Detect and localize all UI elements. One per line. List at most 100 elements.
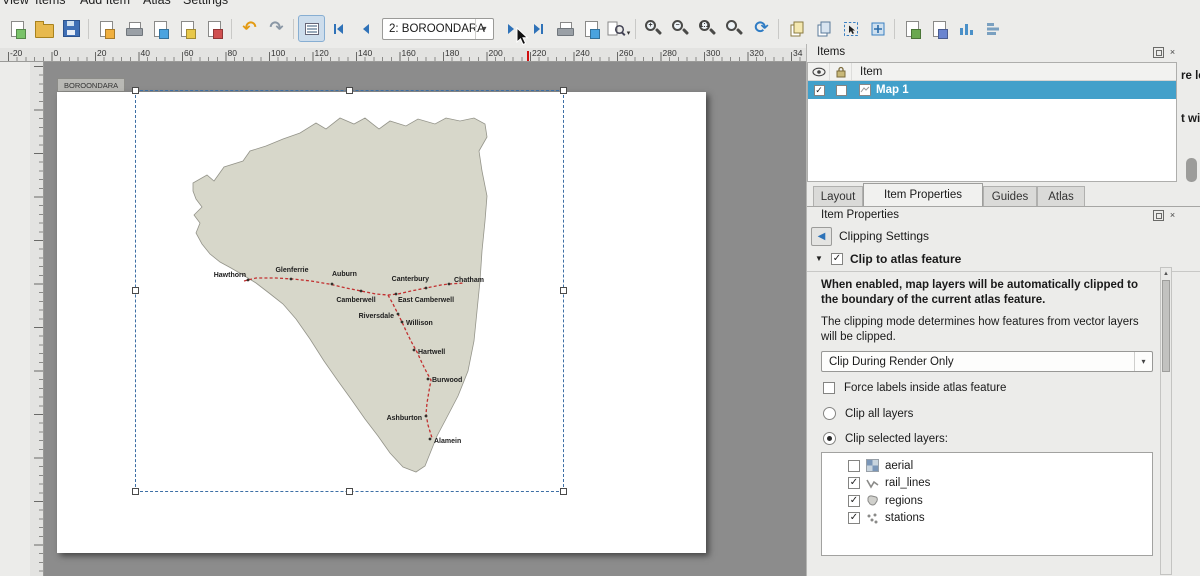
resize-handle[interactable] — [346, 488, 353, 495]
back-button[interactable]: ◀ — [811, 227, 832, 246]
next-feature-icon — [503, 21, 519, 37]
print-layout-button[interactable] — [120, 15, 147, 42]
layer-checkbox[interactable]: ✓ — [848, 495, 860, 507]
resize-handle[interactable] — [346, 87, 353, 94]
layer-checkbox[interactable] — [848, 460, 860, 472]
scrollbar[interactable]: ▲ — [1160, 267, 1172, 575]
item-lock-checkbox[interactable] — [836, 85, 847, 96]
clipping-mode-combobox[interactable]: Clip During Render Only ▾ — [821, 351, 1153, 372]
force-labels-row[interactable]: Force labels inside atlas feature — [823, 382, 1006, 394]
zoom-in-button[interactable]: + — [640, 15, 667, 42]
scroll-up-icon[interactable]: ▲ — [1161, 268, 1171, 279]
zoom-actual-button[interactable]: 1:1 — [694, 15, 721, 42]
ruler-cursor-marker — [527, 51, 529, 61]
map-item-icon — [859, 84, 871, 96]
first-feature-button[interactable] — [325, 15, 352, 42]
close-panel-icon[interactable]: × — [1167, 210, 1178, 221]
ruler-label: 140 — [358, 48, 372, 58]
refresh-view-button[interactable]: ⟳ — [748, 15, 775, 42]
move-item-content-button[interactable] — [864, 15, 891, 42]
menu-items[interactable]: Items — [35, 0, 66, 7]
layer-checkbox[interactable]: ✓ — [848, 477, 860, 489]
items-table-row[interactable]: ✓Map 1 — [808, 81, 1176, 99]
zoom-out-button[interactable]: − — [667, 15, 694, 42]
layer-row-aerial[interactable]: aerial — [822, 457, 1152, 475]
export-as-pdf-button[interactable] — [201, 15, 228, 42]
atlas-feature-tag: BOROONDARA — [57, 78, 125, 92]
clip-selected-row[interactable]: Clip selected layers: — [823, 432, 948, 445]
select-move-item-button[interactable] — [837, 15, 864, 42]
export-as-svg-button[interactable] — [174, 15, 201, 42]
clip-all-row[interactable]: Clip all layers — [823, 407, 913, 420]
layer-checkbox[interactable]: ✓ — [848, 512, 860, 524]
scrollbar-thumb[interactable] — [1162, 280, 1170, 372]
resize-handle[interactable] — [132, 488, 139, 495]
tab-atlas[interactable]: Atlas — [1037, 186, 1085, 206]
map-item-frame[interactable]: HawthornGlenferrieAuburnCamberwellEast C… — [135, 90, 564, 492]
layer-row-rail_lines[interactable]: ✓rail_lines — [822, 475, 1152, 493]
resize-handle[interactable] — [132, 87, 139, 94]
horizontal-ruler[interactable]: -200204060801001201401601802002202402602… — [0, 48, 806, 62]
previous-feature-icon — [358, 21, 374, 37]
menu-atlas[interactable]: Atlas — [143, 0, 171, 7]
copy-item-button[interactable] — [783, 15, 810, 42]
export-atlas-options-button[interactable]: ▾ — [605, 15, 632, 42]
paste-item-button[interactable] — [810, 15, 837, 42]
save-as-template-button[interactable] — [93, 15, 120, 42]
zoom-full-button[interactable] — [721, 15, 748, 42]
undock-panel-icon[interactable] — [1153, 47, 1164, 58]
clipped-text-top: re le — [1181, 70, 1200, 82]
close-panel-icon[interactable]: × — [1167, 47, 1178, 58]
items-table-header: Item — [808, 63, 1176, 81]
force-labels-checkbox[interactable] — [823, 382, 835, 394]
atlas-feature-combo[interactable]: 2: BOROONDARA▾ — [382, 18, 494, 40]
preview-atlas-icon — [304, 21, 320, 37]
move-item-content-icon — [870, 21, 886, 37]
tab-guides[interactable]: Guides — [983, 186, 1037, 206]
item-visibility-checkbox[interactable]: ✓ — [814, 85, 825, 96]
zoom-out-icon: − — [671, 19, 690, 38]
resize-handle[interactable] — [560, 287, 567, 294]
collapse-group-icon[interactable]: ▼ — [815, 254, 823, 263]
ruler-label: 34 — [793, 48, 802, 58]
export-as-pdf-icon — [208, 21, 221, 37]
resize-handle[interactable] — [132, 287, 139, 294]
undock-panel-icon[interactable] — [1153, 210, 1164, 221]
next-feature-button[interactable] — [497, 15, 524, 42]
last-feature-button[interactable] — [524, 15, 551, 42]
menu-settings[interactable]: Settings — [183, 0, 228, 7]
redo-button[interactable]: ↷ — [263, 15, 290, 42]
layer-row-regions[interactable]: ✓regions — [822, 492, 1152, 510]
undo-button[interactable]: ↶ — [236, 15, 263, 42]
lower-items-button[interactable] — [926, 15, 953, 42]
resize-handle[interactable] — [560, 488, 567, 495]
ruler-label: 120 — [315, 48, 329, 58]
previous-feature-button[interactable] — [352, 15, 379, 42]
export-as-image-button[interactable] — [147, 15, 174, 42]
redo-icon: ↷ — [269, 20, 283, 37]
layer-row-stations[interactable]: ✓stations — [822, 510, 1152, 528]
resize-handle[interactable] — [560, 87, 567, 94]
menu-view[interactable]: View — [2, 0, 29, 7]
item-column-header: Item — [852, 66, 882, 78]
distribute-items-button[interactable] — [980, 15, 1007, 42]
tab-item-properties[interactable]: Item Properties — [863, 183, 983, 206]
open-layout-button[interactable] — [31, 15, 58, 42]
print-atlas-button[interactable] — [551, 15, 578, 42]
clip-to-atlas-checkbox[interactable]: ✓ — [831, 253, 843, 265]
layout-canvas[interactable]: BOROONDARA HawthornGlenferrieAuburnCambe… — [44, 62, 806, 576]
preview-atlas-button[interactable] — [298, 15, 325, 42]
clipping-mode-value: Clip During Render Only — [829, 356, 954, 368]
clip-all-radio[interactable] — [823, 407, 836, 420]
vertical-ruler[interactable] — [30, 62, 44, 576]
menu-bar: View Items Add Item Atlas Settings — [0, 0, 1200, 9]
menu-add-item[interactable]: Add Item — [80, 0, 130, 7]
raise-items-button[interactable] — [899, 15, 926, 42]
new-layout-button[interactable] — [4, 15, 31, 42]
tab-layout[interactable]: Layout — [813, 186, 863, 206]
export-atlas-as-image-button[interactable] — [578, 15, 605, 42]
align-items-button[interactable] — [953, 15, 980, 42]
scrollbar-thumb[interactable] — [1186, 158, 1197, 182]
clip-selected-radio[interactable] — [823, 432, 836, 445]
save-layout-button[interactable] — [58, 15, 85, 42]
